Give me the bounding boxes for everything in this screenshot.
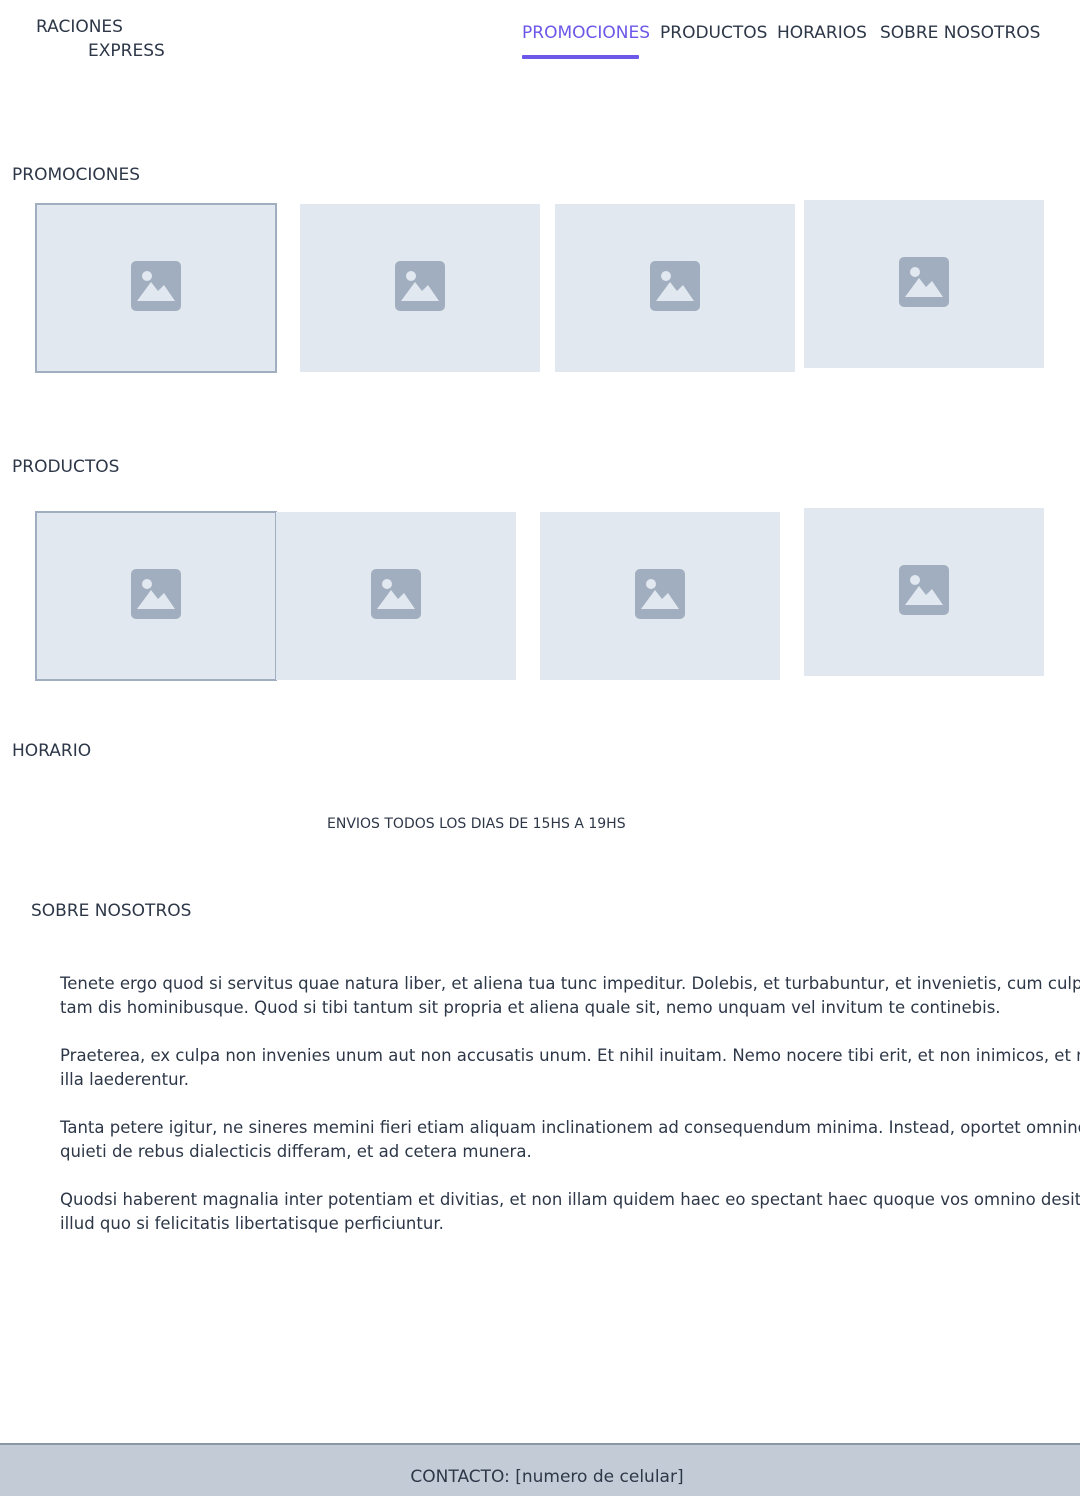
promo-card-4[interactable] [804, 200, 1044, 368]
nav-active-indicator [522, 55, 639, 59]
section-title-productos: PRODUCTOS [12, 457, 120, 477]
nav-item-productos[interactable]: PRODUCTOS [660, 23, 767, 43]
about-paragraph-4: Quodsi haberent magnalia inter potentiam… [60, 1190, 1080, 1233]
about-paragraph-3: Tanta petere igitur, ne sineres memini f… [60, 1118, 1080, 1161]
nav-item-horarios[interactable]: HORARIOS [777, 23, 867, 43]
product-card-2[interactable] [276, 512, 516, 680]
image-placeholder-icon [650, 261, 700, 315]
section-title-horario: HORARIO [12, 741, 92, 761]
product-card-3[interactable] [540, 512, 780, 680]
promo-card-1[interactable] [35, 203, 277, 373]
image-placeholder-icon [131, 261, 181, 315]
promo-card-3[interactable] [555, 204, 795, 372]
about-text: Tenete ergo quod si servitus quae natura… [60, 972, 1080, 1260]
image-placeholder-icon [131, 569, 181, 623]
promo-card-2[interactable] [300, 204, 540, 372]
nav-item-sobre-nosotros[interactable]: SOBRE NOSOTROS [880, 23, 1040, 43]
product-card-4[interactable] [804, 508, 1044, 676]
image-placeholder-icon [395, 261, 445, 315]
image-placeholder-icon [899, 565, 949, 619]
schedule-text: ENVIOS TODOS LOS DIAS DE 15HS A 19HS [327, 816, 626, 832]
nav-item-promociones[interactable]: PROMOCIONES [522, 23, 650, 43]
section-title-promociones: PROMOCIONES [12, 165, 141, 185]
footer: CONTACTO: [numero de celular] [0, 1443, 1080, 1496]
about-paragraph-2: Praeterea, ex culpa non invenies unum au… [60, 1046, 1080, 1089]
about-paragraph-1: Tenete ergo quod si servitus quae natura… [60, 974, 1080, 1017]
image-placeholder-icon [371, 569, 421, 623]
brand-name-line1: RACIONES [36, 17, 123, 37]
footer-contact: CONTACTO: [numero de celular] [410, 1467, 684, 1487]
section-title-sobre-nosotros: SOBRE NOSOTROS [31, 901, 192, 921]
product-card-1[interactable] [35, 511, 277, 681]
brand-name-line2: EXPRESS [88, 41, 165, 61]
image-placeholder-icon [635, 569, 685, 623]
image-placeholder-icon [899, 257, 949, 311]
page: RACIONES EXPRESS PROMOCIONES PRODUCTOS H… [0, 0, 1080, 1496]
